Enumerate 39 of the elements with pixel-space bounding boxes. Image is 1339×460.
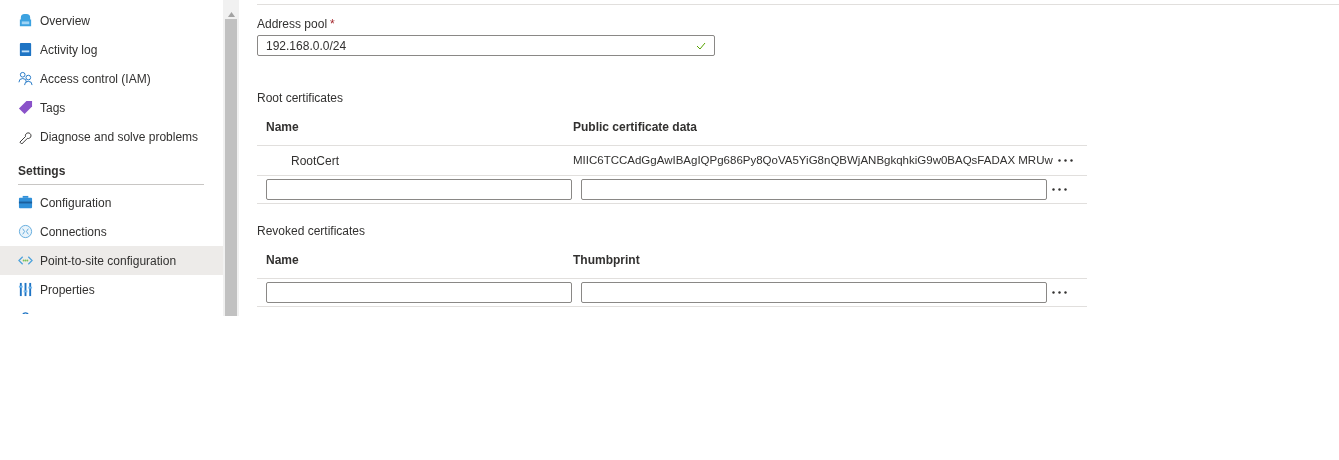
- more-icon[interactable]: [1052, 291, 1067, 294]
- lock-person-icon: [18, 13, 33, 28]
- sidebar-item[interactable]: Diagnose and solve problems: [0, 122, 223, 151]
- sliders-icon: [18, 282, 33, 297]
- name-field[interactable]: [266, 282, 572, 303]
- column-header: Public certificate data: [573, 119, 699, 136]
- notebook-icon: [18, 42, 33, 57]
- column-header: Name: [265, 119, 300, 136]
- table-cell-text: MIIC6TCCAdGgAwIBAgIQPg686Py8QoVA5YiG8nQBWjANBgkqhkiG9w0BAQsFADAX MRUw: [573, 152, 1054, 168]
- required-asterisk: *: [330, 16, 335, 32]
- address-pool-field[interactable]: 192.168.0.0/24: [257, 35, 715, 56]
- column-header: Thumbprint: [573, 252, 641, 269]
- tag-icon: [18, 100, 33, 115]
- sidebar-item[interactable]: Configuration: [0, 188, 223, 217]
- scrollbar-thumb[interactable]: [225, 19, 237, 316]
- toolbox-icon: [18, 195, 33, 210]
- sidebar-item[interactable]: Activity log: [0, 35, 223, 64]
- sidebar-item[interactable]: Properties: [0, 275, 223, 304]
- sidebar-item[interactable]: Overview: [0, 6, 223, 35]
- more-icon[interactable]: [1052, 188, 1067, 191]
- sidebar-item[interactable]: Access control (IAM): [0, 64, 223, 93]
- sidebar-item[interactable]: Point-to-site configuration: [0, 246, 223, 275]
- certificate-field[interactable]: [581, 282, 1047, 303]
- connection-circle-icon: [18, 224, 33, 239]
- sidebar-item[interactable]: Connections: [0, 217, 223, 246]
- wrench-icon: [18, 129, 33, 144]
- scroll-up-icon[interactable]: [227, 12, 235, 17]
- sidebar-item[interactable]: Tags: [0, 93, 223, 122]
- section-title: Root certificates: [257, 90, 345, 106]
- certificate-field[interactable]: [581, 179, 1047, 200]
- section-header: Settings: [18, 163, 67, 179]
- name-field[interactable]: [266, 179, 572, 200]
- column-header: Name: [265, 252, 300, 269]
- table-cell-text: RootCert: [290, 152, 341, 170]
- scrollbar[interactable]: [223, 0, 239, 316]
- section-title: Revoked certificates: [257, 223, 367, 239]
- field-label: Address pool: [257, 16, 328, 32]
- more-icon[interactable]: [1058, 159, 1073, 162]
- people-icon: [18, 71, 33, 86]
